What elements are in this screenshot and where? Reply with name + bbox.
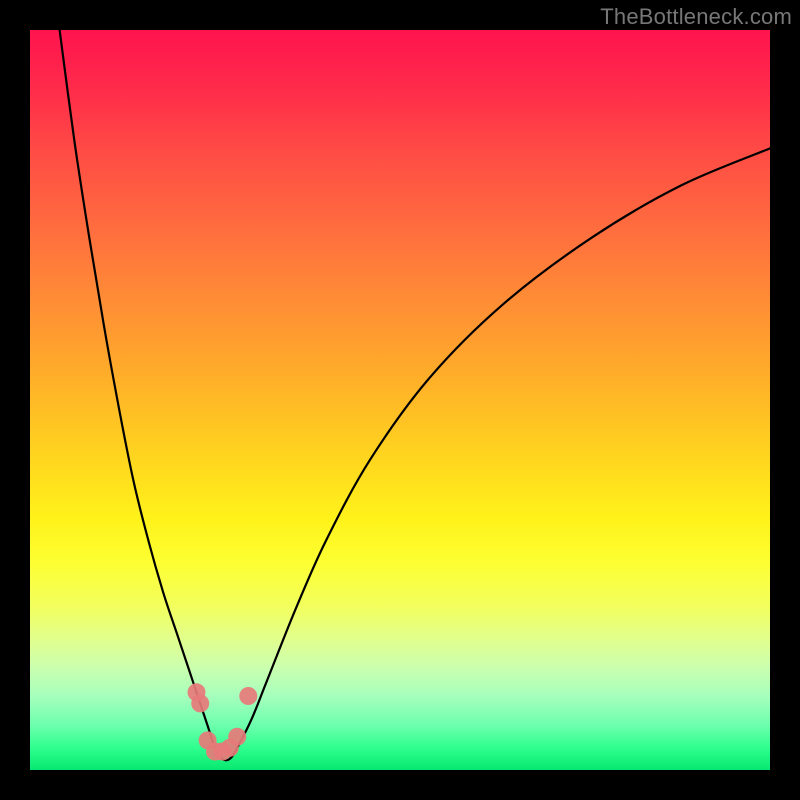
marker-cluster <box>188 683 258 760</box>
chart-svg <box>0 0 800 800</box>
marker-dot <box>191 694 209 712</box>
marker-dot <box>228 728 246 746</box>
chart-frame: TheBottleneck.com <box>0 0 800 800</box>
bottleneck-curve <box>60 30 770 760</box>
marker-dot <box>239 687 257 705</box>
watermark-text: TheBottleneck.com <box>600 4 792 30</box>
